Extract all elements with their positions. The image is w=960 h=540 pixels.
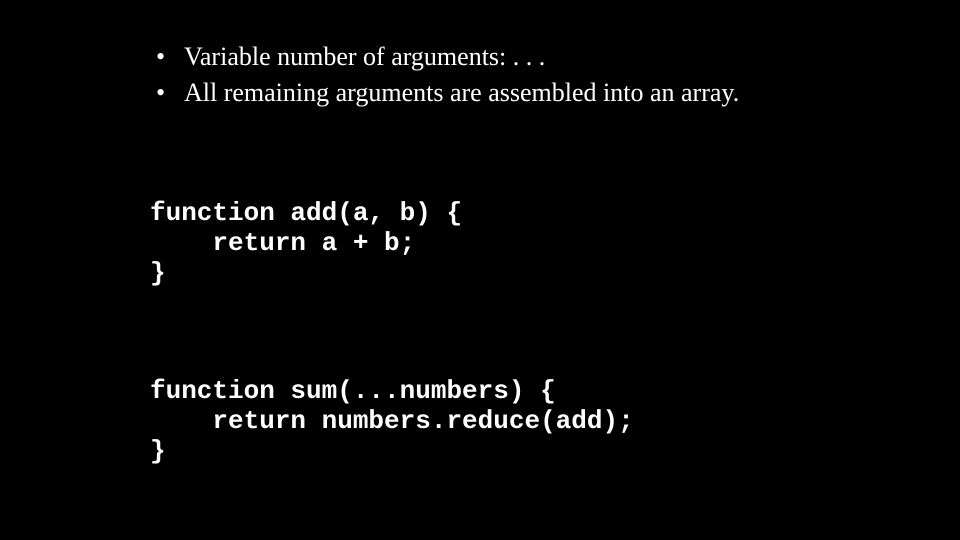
- slide: Variable number of arguments: . . . All …: [0, 0, 960, 540]
- bullet-item: Variable number of arguments: . . .: [150, 40, 810, 74]
- bullet-list: Variable number of arguments: . . . All …: [150, 40, 810, 112]
- code-area: function add(a, b) { return a + b; } fun…: [150, 140, 810, 540]
- code-block-sum: function sum(...numbers) { return number…: [150, 377, 810, 467]
- bullet-item: All remaining arguments are assembled in…: [150, 76, 810, 110]
- code-block-add: function add(a, b) { return a + b; }: [150, 199, 810, 289]
